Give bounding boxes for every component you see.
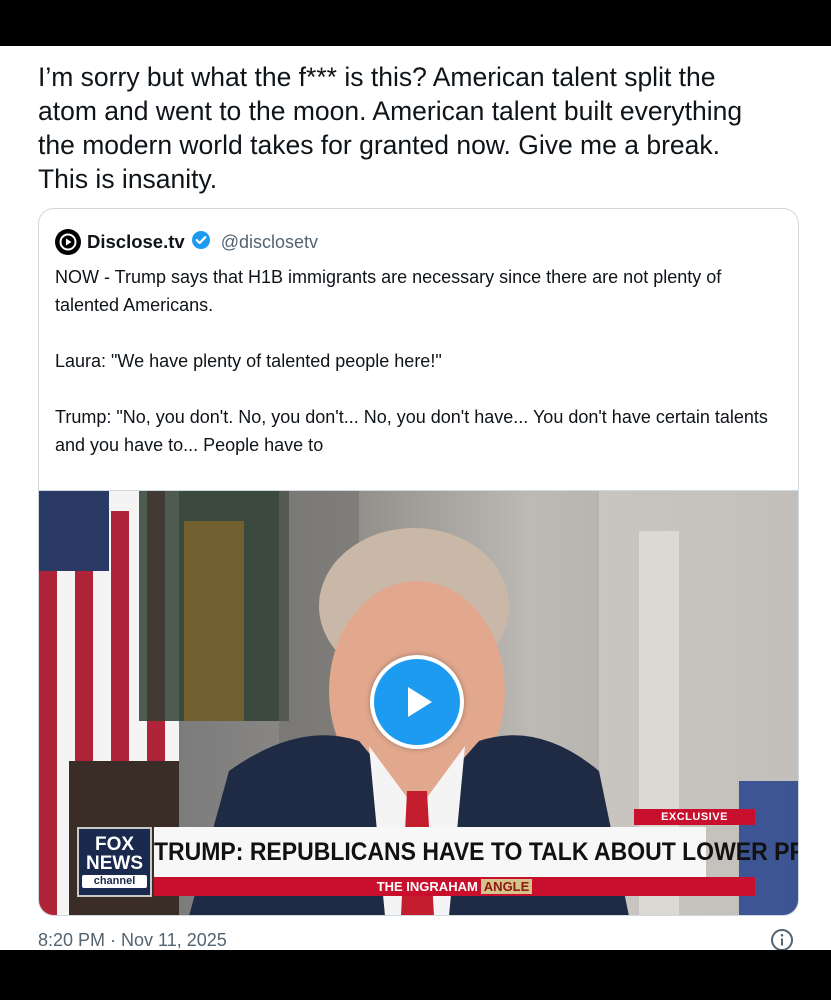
quoted-paragraph-3: Trump: "No, you don't. No, you don't... … <box>55 407 768 455</box>
quoted-tweet-header: Disclose.tv @disclosetv <box>55 229 318 255</box>
show-name-part-1: THE INGRAHAM <box>376 879 478 894</box>
tweet-card: I’m sorry but what the f*** is this? Ame… <box>0 46 831 950</box>
show-name-part-2: ANGLE <box>480 879 533 894</box>
fox-news-logo: FOX NEWS channel <box>77 827 152 897</box>
logo-line-1: FOX <box>94 834 135 855</box>
logo-line-2: NEWS <box>86 853 143 874</box>
quoted-display-name[interactable]: Disclose.tv <box>87 231 185 253</box>
quoted-paragraph-1: NOW - Trump says that H1B immigrants are… <box>55 267 722 315</box>
play-button[interactable] <box>370 655 464 749</box>
news-headline: TRUMP: REPUBLICANS HAVE TO TALK ABOUT LO… <box>154 827 798 877</box>
verified-badge-icon <box>191 230 211 255</box>
quoted-paragraph-2: Laura: "We have plenty of talented peopl… <box>55 351 442 371</box>
info-icon[interactable] <box>770 928 794 950</box>
exclusive-tag: EXCLUSIVE <box>634 809 755 825</box>
quoted-handle[interactable]: @disclosetv <box>221 232 318 253</box>
tweet-text: I’m sorry but what the f*** is this? Ame… <box>38 62 743 194</box>
quoted-tweet-text: NOW - Trump says that H1B immigrants are… <box>55 263 775 459</box>
disclosetv-avatar-icon[interactable] <box>55 229 81 255</box>
logo-line-3: channel <box>82 875 147 888</box>
tweet-timestamp[interactable]: 8:20 PM · Nov 11, 2025 <box>38 930 227 950</box>
video-player[interactable]: FOX NEWS channel EXCLUSIVE TRUMP: REPUBL… <box>39 490 798 915</box>
play-icon <box>408 687 432 717</box>
show-name-bar: THE INGRAHAM ANGLE <box>154 877 755 896</box>
news-lower-third: FOX NEWS channel EXCLUSIVE TRUMP: REPUBL… <box>77 809 798 899</box>
quoted-tweet[interactable]: Disclose.tv @disclosetv NOW - Trump says… <box>38 208 799 916</box>
